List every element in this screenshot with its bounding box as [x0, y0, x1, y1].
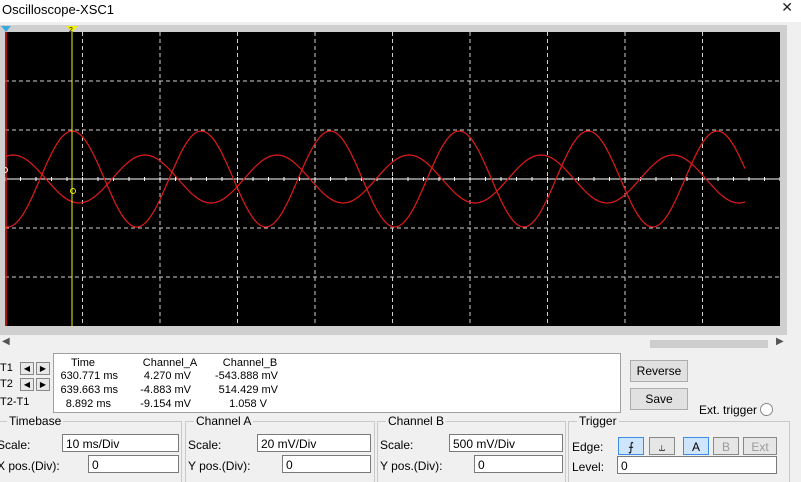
waveform-display [5, 32, 780, 326]
channel-a-scale-input[interactable]: 20 mV/Div [257, 434, 371, 452]
cursor-readout-table: Time Channel_A Channel_B 630.771 ms 4.27… [53, 353, 621, 413]
trigger-source-a-button[interactable]: A [683, 437, 709, 455]
scope-screen[interactable] [5, 32, 780, 326]
diff-channel-b: 1.058 V [229, 398, 267, 410]
falling-edge-icon: ⥿ [658, 440, 666, 454]
ext-trigger-radio[interactable] [760, 403, 773, 416]
t2-t1-label: T2-T1 [0, 396, 30, 408]
channel-a-title: Channel A [194, 414, 254, 428]
scroll-right-icon[interactable]: ▶ [776, 336, 784, 347]
cursor-2-marker [70, 188, 76, 194]
trigger-level-input[interactable]: 0 [617, 456, 777, 474]
ext-trigger-label: Ext. trigger [699, 403, 758, 417]
trigger-level-label: Level: [572, 460, 605, 474]
title-bar: Oscilloscope-XSC1 ✕ [0, 0, 801, 22]
channel-a-ypos-label: Y pos.(Div): [188, 459, 251, 473]
t1-channel-a: 4.270 mV [143, 370, 191, 382]
trigger-source-ext-button[interactable]: Ext [743, 437, 777, 455]
header-channel-b: Channel_B [222, 357, 278, 369]
trigger-title: Trigger [577, 414, 619, 428]
timebase-title: Timebase [7, 414, 64, 428]
header-time: Time [70, 357, 96, 369]
channel-b-scale-input[interactable]: 500 mV/Div [449, 434, 563, 452]
header-channel-a: Channel_A [142, 357, 198, 369]
close-icon[interactable]: ✕ [781, 0, 793, 16]
channel-a-scale-label: Scale: [188, 438, 222, 452]
t1-channel-b: -543.888 mV [215, 370, 278, 382]
channel-a-ypos-input[interactable]: 0 [282, 455, 371, 473]
reverse-button[interactable]: Reverse [630, 360, 688, 382]
save-button[interactable]: Save [630, 388, 688, 410]
diff-channel-a: -9.154 mV [140, 398, 191, 410]
vertical-scrollbar[interactable] [787, 22, 801, 338]
channel-b-title: Channel B [386, 414, 447, 428]
trigger-source-b-button[interactable]: B [713, 437, 739, 455]
t2-time: 639.663 ms [60, 384, 118, 396]
t1-right-button[interactable]: ▶ [36, 362, 50, 375]
channel-b-ypos-input[interactable]: 0 [474, 455, 563, 473]
t2-channel-b: 514.429 mV [218, 384, 278, 396]
scroll-thumb[interactable] [650, 340, 768, 348]
t2-left-button[interactable]: ◀ [20, 378, 34, 391]
horizontal-scrollbar[interactable]: ◀ ▶ [0, 336, 787, 350]
timebase-scale-label: Scale: [0, 438, 31, 452]
t2-label: T2 [0, 378, 13, 390]
trigger-edge-label: Edge: [572, 440, 604, 454]
rising-edge-icon: ⨍ [627, 440, 635, 454]
t2-channel-a: -4.883 mV [140, 384, 191, 396]
falling-edge-button[interactable]: ⥿ [649, 437, 675, 455]
t1-left-button[interactable]: ◀ [20, 362, 34, 375]
scroll-left-icon[interactable]: ◀ [2, 336, 10, 347]
timebase-scale-input[interactable]: 10 ms/Div [62, 434, 179, 452]
window-title: Oscilloscope-XSC1 [2, 2, 114, 17]
t2-right-button[interactable]: ▶ [36, 378, 50, 391]
channel-b-ypos-label: Y pos.(Div): [380, 459, 443, 473]
t1-time: 630.771 ms [60, 370, 118, 382]
t1-label: T1 [0, 362, 13, 374]
channel-b-scale-label: Scale: [380, 438, 414, 452]
timebase-xpos-input[interactable]: 0 [88, 455, 179, 473]
rising-edge-button[interactable]: ⨍ [618, 437, 644, 455]
diff-time: 8.892 ms [65, 398, 111, 410]
timebase-xpos-label: X pos.(Div): [0, 459, 60, 473]
